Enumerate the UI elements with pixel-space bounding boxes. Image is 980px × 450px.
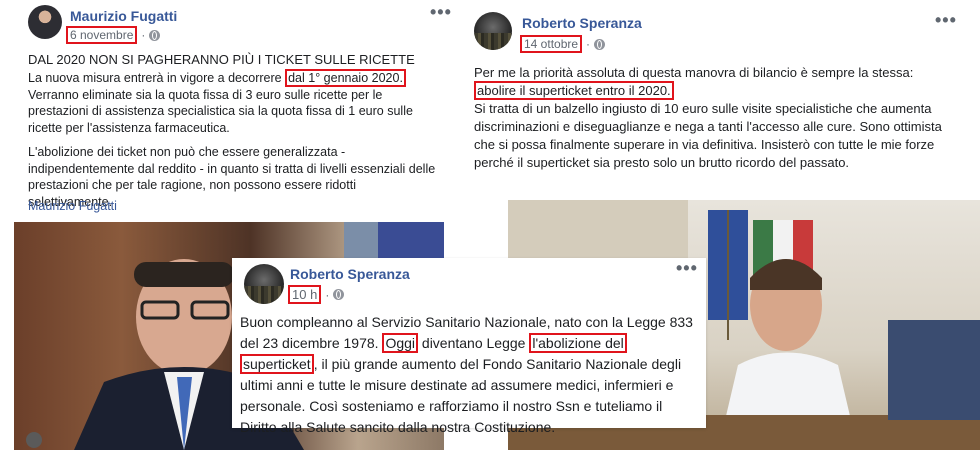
body-text: Si tratta di un balzello ingiusto di 10 … [474, 101, 942, 170]
globe-icon [333, 289, 345, 300]
body-text: Verranno eliminate sia la quota fissa di… [28, 87, 413, 135]
more-options-icon[interactable]: ••• [676, 258, 698, 279]
author-avatar[interactable] [244, 264, 284, 304]
separator-dot: · [141, 28, 146, 42]
post-body: Buon compleanno al Servizio Sanitario Na… [240, 312, 700, 438]
highlight-abolire: abolire il superticket entro il 2020. [474, 81, 674, 100]
author-avatar[interactable] [474, 12, 512, 50]
highlight-superticket: superticket [240, 354, 314, 374]
post-meta: 6 novembre · [66, 26, 161, 44]
post-meta: 10 h · [288, 285, 345, 304]
author-name[interactable]: Maurizio Fugatti [70, 8, 177, 24]
separator-dot: · [586, 37, 591, 51]
globe-icon [594, 38, 606, 50]
post-date[interactable]: 10 h [288, 285, 322, 304]
post-body: Per me la priorità assoluta di questa ma… [474, 64, 964, 172]
post-body-1: La nuova misura entrerà in vigore a deco… [28, 69, 443, 136]
more-options-icon[interactable]: ••• [935, 10, 957, 31]
post-date[interactable]: 14 ottobre [520, 35, 583, 53]
highlight-oggi: Oggi [382, 333, 419, 353]
body-text: Per me la priorità assoluta di questa ma… [474, 65, 914, 80]
post-meta: 14 ottobre · [520, 35, 606, 53]
author-avatar[interactable] [28, 5, 62, 39]
highlight-abolizione: l'abolizione del [529, 333, 627, 353]
post-speranza-10h: Roberto Speranza 10 h · ••• Buon complea… [232, 258, 706, 435]
highlight-date: dal 1° gennaio 2020. [285, 69, 406, 87]
separator-dot: · [325, 287, 330, 302]
author-name[interactable]: Roberto Speranza [290, 266, 410, 282]
post-date[interactable]: 6 novembre [66, 26, 138, 44]
signature-link[interactable]: Maurizio Fugatti [28, 198, 117, 215]
body-text: diventano Legge [418, 335, 530, 351]
post-title: DAL 2020 NON SI PAGHERANNO PIÙ I TICKET … [28, 52, 415, 67]
more-options-icon[interactable]: ••• [430, 2, 452, 23]
body-text: La nuova misura entrerà in vigore a deco… [28, 71, 286, 85]
author-name[interactable]: Roberto Speranza [522, 15, 642, 31]
globe-icon [149, 29, 161, 41]
